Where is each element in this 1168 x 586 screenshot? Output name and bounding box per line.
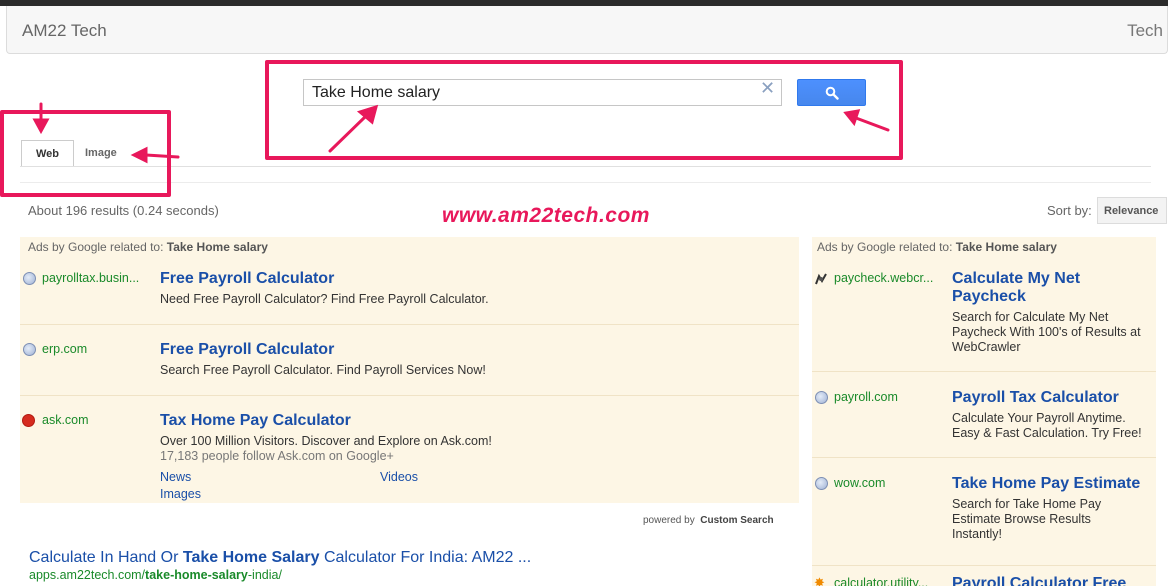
- annotation-arrows: [32, 102, 890, 164]
- annotation-arrowhead: [130, 146, 148, 164]
- annotation-arrow: [144, 153, 180, 159]
- annotation-arrowhead: [843, 109, 861, 127]
- annotation-arrow: [854, 116, 890, 132]
- annotation-arrowhead: [32, 118, 50, 135]
- annotation-arrow: [328, 114, 368, 153]
